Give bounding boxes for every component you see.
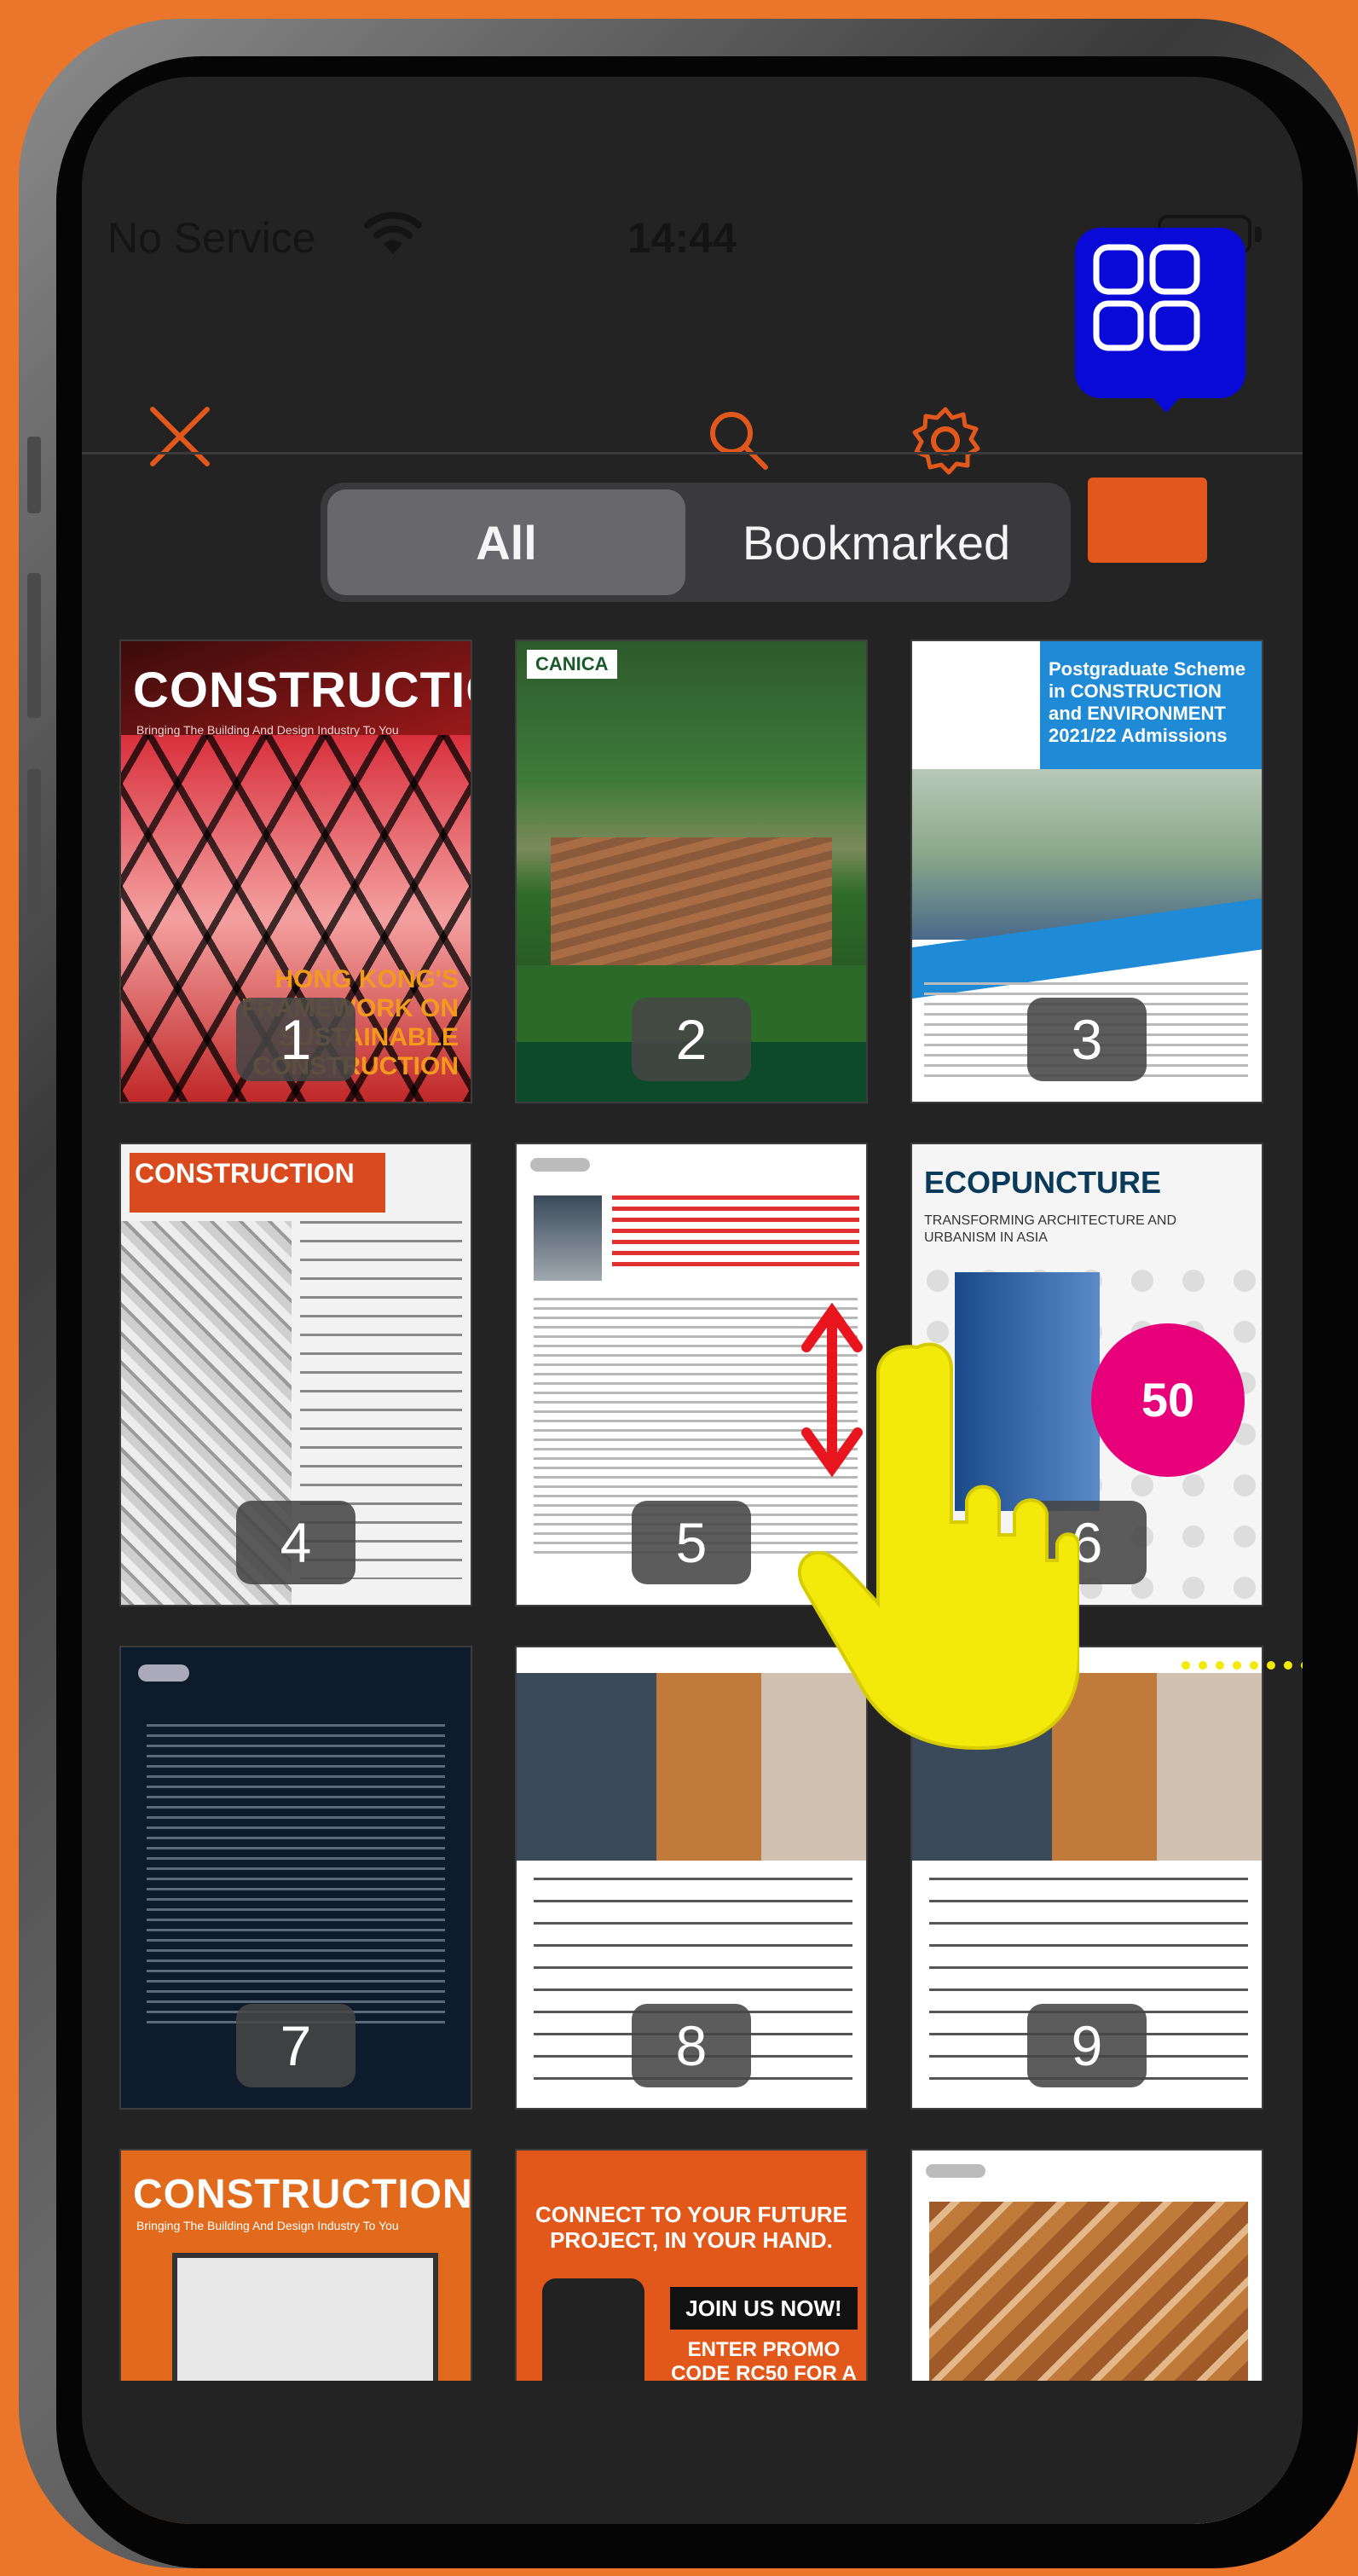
close-icon[interactable] [146, 402, 214, 471]
page-number-badge: 9 [1027, 2004, 1147, 2087]
segment-bookmarked[interactable]: Bookmarked [689, 489, 1064, 595]
mute-switch [27, 437, 41, 513]
filter-segmented-control: All Bookmarked [321, 483, 1071, 602]
annotation-leader [1182, 1661, 1303, 1670]
book-subtitle: TRANSFORMING ARCHITECTURE AND URBANISM I… [924, 1213, 1177, 1245]
cover-tagline: Bringing The Building And Design Industr… [136, 723, 399, 737]
bottom-safe-area [82, 2381, 1303, 2524]
promo-headline: CONNECT TO YOUR FUTURE PROJECT, IN YOUR … [535, 2202, 847, 2253]
cover-masthead: CONSTRUCTION [133, 2172, 472, 2217]
swipe-gesture-icon [797, 1302, 1079, 1751]
page-thumbnail[interactable]: 7 [119, 1646, 472, 2110]
app-screen: No Service 14:44 All Bookmarked CONSTRUC… [82, 77, 1303, 2524]
page-number-badge: 8 [632, 2004, 751, 2087]
grid-view-icon[interactable] [1091, 242, 1202, 353]
page-number-badge: 5 [632, 1501, 751, 1584]
search-icon[interactable] [704, 406, 772, 474]
page-number-badge: 4 [236, 1501, 355, 1584]
page-thumbnail[interactable]: CONSTRUCTION 4 [119, 1143, 472, 1606]
grid-view-button[interactable] [1088, 478, 1207, 563]
discount-badge: 50 [1091, 1323, 1245, 1477]
toolbar-divider [82, 452, 1303, 454]
deck-photo [551, 837, 832, 965]
article-title [612, 1195, 859, 1272]
volume-down-button [27, 769, 41, 914]
segment-all[interactable]: All [327, 489, 685, 595]
wifi-icon [364, 211, 422, 254]
book-title: ECOPUNCTURE [924, 1165, 1162, 1200]
cover-tagline: Bringing The Building And Design Industr… [136, 2219, 399, 2232]
join-banner: JOIN US NOW! [670, 2287, 858, 2330]
clock: 14:44 [627, 214, 737, 262]
page-masthead: CONSTRUCTION [130, 1153, 385, 1213]
cover-masthead: CONSTRUCTION [133, 663, 471, 718]
page-thumbnail[interactable]: CONSTRUCTION Bringing The Building And D… [119, 640, 472, 1103]
volume-up-button [27, 573, 41, 718]
page-number-badge: 1 [236, 998, 355, 1081]
carrier-status: No Service [107, 214, 316, 262]
gear-icon[interactable] [907, 402, 984, 479]
highlight-tail [1141, 384, 1192, 413]
devices-image [172, 2253, 438, 2399]
page-thumbnail[interactable]: Postgraduate Scheme in CONSTRUCTION and … [910, 640, 1263, 1103]
page-number-badge: 2 [632, 998, 751, 1081]
letter-body-text [147, 1724, 445, 2031]
magazine-logo [138, 1664, 189, 1682]
magazine-logo [530, 1158, 590, 1172]
author-portrait [534, 1195, 602, 1281]
advert-brand: CANICA [527, 650, 617, 679]
page-number-badge: 7 [236, 2004, 355, 2087]
page-number-badge: 3 [1027, 998, 1147, 1081]
advert-title: Postgraduate Scheme in CONSTRUCTION and … [1049, 658, 1246, 746]
page-thumbnail[interactable]: CANICA 2 [515, 640, 868, 1103]
magazine-logo [926, 2164, 985, 2178]
